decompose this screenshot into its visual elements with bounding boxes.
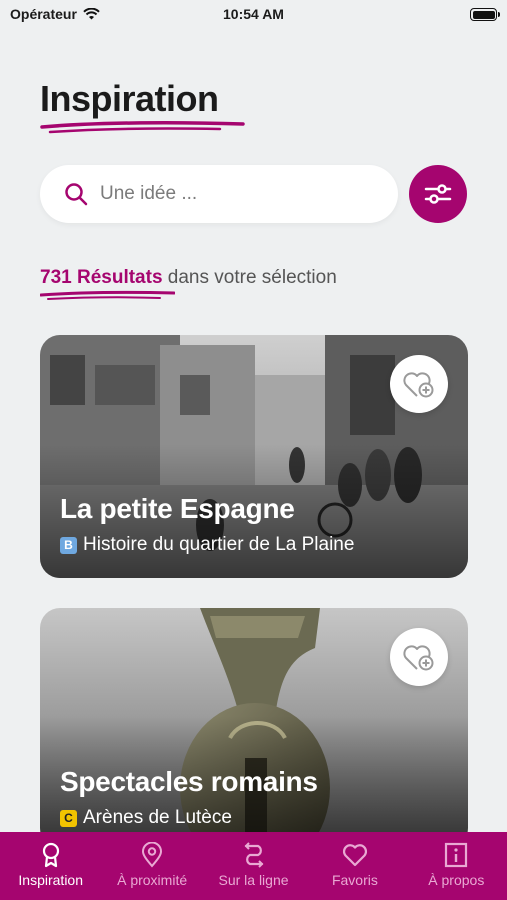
tab-favoris[interactable]: Favoris (304, 832, 405, 900)
tab-a-proximite[interactable]: À proximité (101, 832, 202, 900)
search-bar[interactable] (40, 165, 398, 223)
tab-inspiration[interactable]: Inspiration (0, 832, 101, 900)
search-input[interactable] (100, 183, 360, 205)
info-icon (445, 842, 468, 868)
title-underline (40, 121, 245, 134)
status-bar: Opérateur 10:54 AM (0, 0, 507, 30)
card-title: La petite Espagne (60, 493, 295, 524)
heart-add-icon (403, 372, 434, 398)
filter-button[interactable] (409, 165, 467, 223)
results-count: 731 Résultats (40, 267, 163, 288)
tab-label: À proximité (117, 872, 188, 888)
results-underline (40, 290, 175, 300)
search-icon (65, 183, 88, 206)
tab-label: Sur la ligne (218, 872, 289, 888)
sliders-icon (424, 184, 452, 204)
add-favorite-button[interactable] (390, 628, 448, 686)
results-suffix: dans votre sélection (162, 267, 337, 288)
tab-sur-la-ligne[interactable]: Sur la ligne (203, 832, 304, 900)
tab-label: Favoris (331, 872, 378, 888)
tab-label: Inspiration (18, 872, 83, 888)
route-icon (244, 842, 263, 868)
card-subtitle-text: Arènes de Lutèce (83, 807, 232, 828)
card-subtitle-text: Histoire du quartier de La Plaine (83, 534, 355, 555)
status-time: 10:54 AM (223, 6, 284, 22)
card-subtitle: C Arènes de Lutèce (60, 807, 232, 829)
tab-label: À propos (428, 872, 485, 888)
card-title: Spectacles romains (60, 766, 318, 797)
add-favorite-button[interactable] (390, 355, 448, 413)
heart-add-icon (403, 645, 434, 671)
card-subtitle: B Histoire du quartier de La Plaine (60, 534, 354, 556)
location-pin-icon (142, 842, 163, 868)
card-spectacles-romains[interactable]: Spectacles romains C Arènes de Lutèce (40, 608, 468, 848)
line-badge: C (60, 809, 77, 827)
line-badge: B (60, 536, 77, 554)
tab-a-propos[interactable]: À propos (406, 832, 507, 900)
tab-bar: Inspiration À proximité Sur la ligne Fav… (0, 832, 507, 900)
page-title: Inspiration (40, 78, 219, 119)
battery-icon (470, 8, 500, 21)
heart-icon (342, 844, 367, 867)
card-la-petite-espagne[interactable]: La petite Espagne B Histoire du quartier… (40, 335, 468, 578)
results-summary: 731 Résultats dans votre sélection (40, 267, 337, 289)
ribbon-icon (42, 842, 59, 868)
